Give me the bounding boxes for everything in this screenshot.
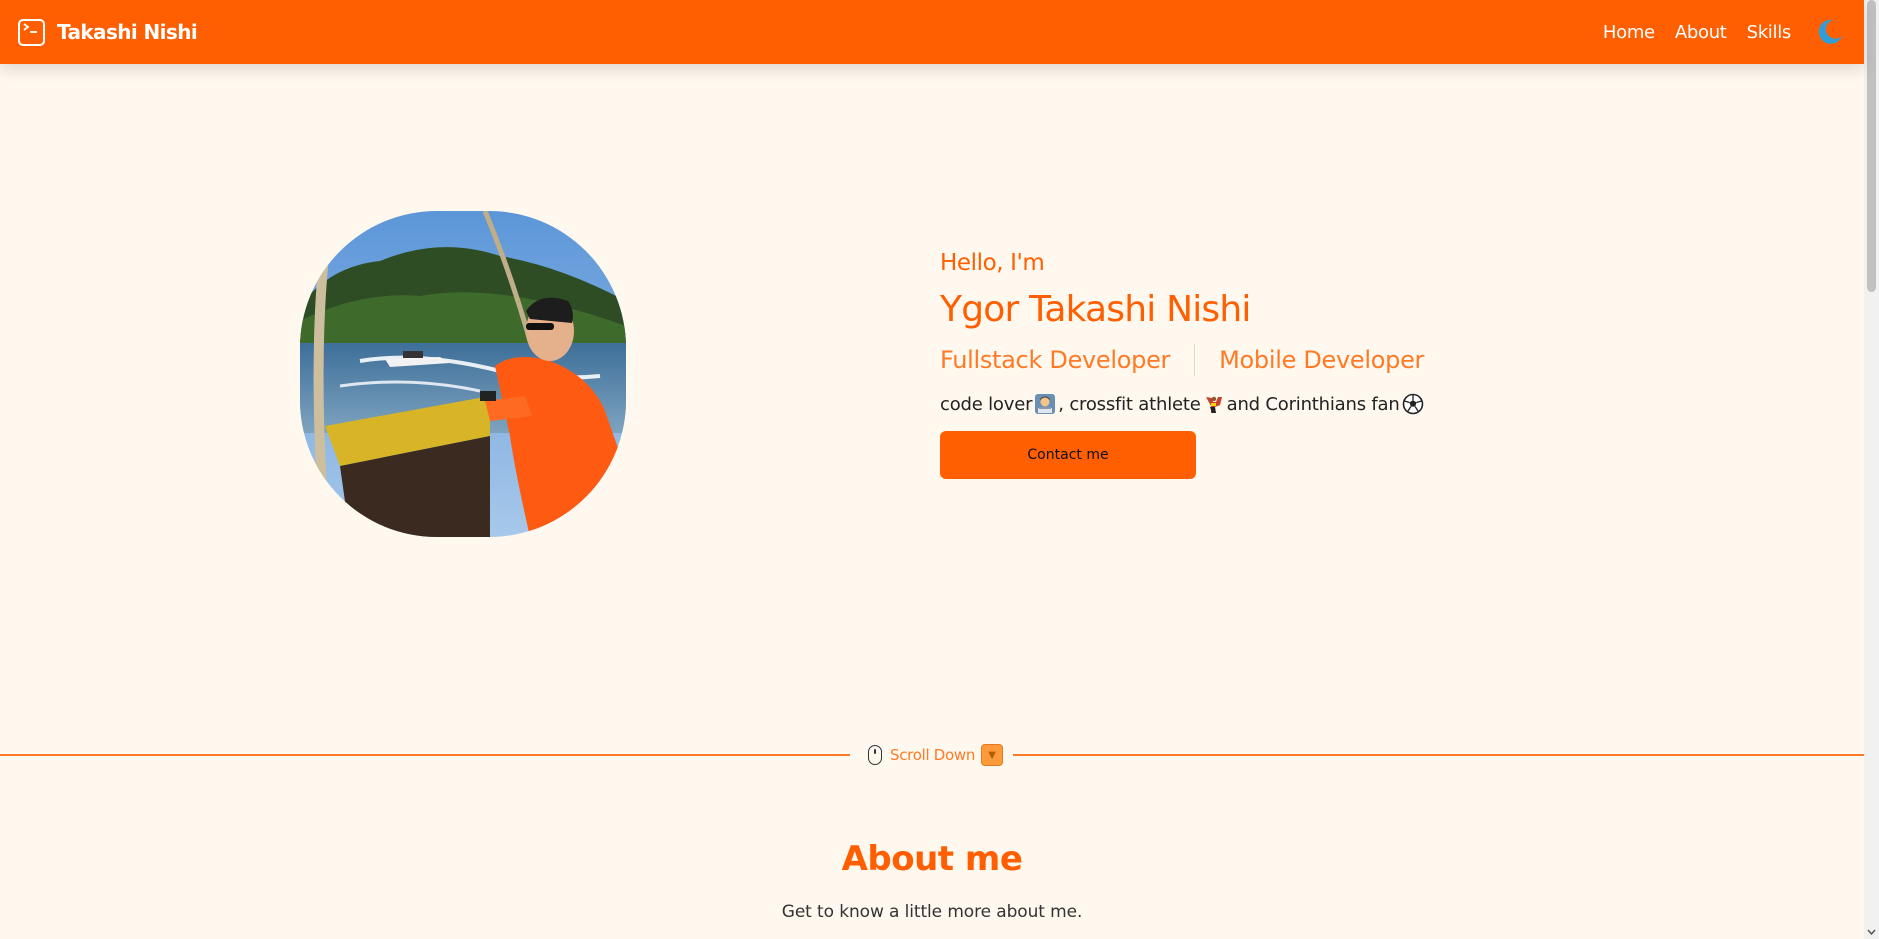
scroll-down-link[interactable]: Scroll Down ▼ — [868, 744, 1004, 766]
role-mobile: Mobile Developer — [1219, 346, 1425, 374]
brand-link[interactable]: Takashi Nishi — [18, 18, 198, 46]
tagline: code lover , crossfit athlete and Corint… — [940, 393, 1640, 415]
page-scrollbar[interactable] — [1864, 0, 1879, 939]
about-subtitle: Get to know a little more about me. — [781, 902, 1083, 922]
nav-about-link[interactable]: About — [1675, 22, 1727, 43]
terminal-icon — [18, 18, 45, 46]
theme-toggle-button[interactable] — [1814, 16, 1846, 48]
brand-name: Takashi Nishi — [57, 20, 198, 44]
tagline-part-corinthians: and Corinthians fan — [1226, 393, 1400, 415]
nav-skills-link[interactable]: Skills — [1747, 22, 1792, 43]
divider-line-right — [1013, 754, 1864, 756]
roles-list: Fullstack Developer Mobile Developer — [940, 344, 1640, 376]
soccer-ball-emoji-icon — [1402, 393, 1424, 415]
moon-icon — [1818, 19, 1842, 44]
flexed-arm-emoji-icon — [1203, 393, 1225, 415]
greeting-text: Hello, I'm — [940, 250, 1045, 276]
arrow-down-icon: ▼ — [981, 744, 1004, 766]
top-navbar: Takashi Nishi Home About Skills — [0, 0, 1864, 64]
nav-home-link[interactable]: Home — [1603, 22, 1655, 43]
hero-name: Ygor Takashi Nishi — [940, 289, 1251, 330]
scrollbar-thumb[interactable] — [1867, 0, 1876, 292]
profile-photo — [300, 211, 626, 537]
tagline-part-crossfit: , crossfit athlete — [1058, 393, 1201, 415]
about-title: About me — [841, 839, 1023, 879]
role-divider — [1194, 344, 1196, 376]
nav-links: Home About Skills — [1603, 16, 1846, 48]
tagline-part-code: code lover — [940, 393, 1033, 415]
mouse-icon — [868, 745, 882, 765]
role-fullstack: Fullstack Developer — [940, 346, 1171, 374]
contact-me-button[interactable]: Contact me — [940, 431, 1196, 479]
hero-intro: Hello, I'm Ygor Takashi Nishi Fullstack … — [940, 250, 1640, 479]
scroll-down-arrow-icon[interactable] — [1866, 927, 1877, 937]
scroll-down-label: Scroll Down — [890, 746, 976, 764]
divider-line-left — [0, 754, 850, 756]
technologist-emoji-icon — [1034, 393, 1056, 415]
